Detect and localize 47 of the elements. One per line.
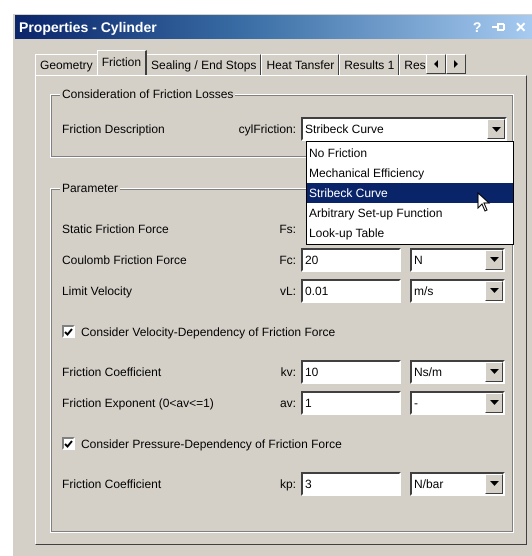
unit-dropdown[interactable]: m/s [410,278,505,302]
tab[interactable]: Heat Tansfer [261,54,340,75]
checkbox-label: Consider Pressure-Dependency of Friction Force [81,436,342,450]
unit-dropdown[interactable]: N [410,248,505,272]
symbol-label: kp: [278,476,296,490]
field-label: Static Friction Force [62,222,170,236]
input-field[interactable]: 1 [301,390,401,414]
tab[interactable]: Res [399,54,426,75]
unit-dropdown[interactable]: - [410,390,505,414]
dropdown-option[interactable]: Stribeck Curve [307,183,513,203]
input-field[interactable]: 10 [301,360,401,384]
symbol-label: av: [278,396,296,410]
tab[interactable]: Sealing / End Stops [146,54,262,75]
group-title: Consideration of Friction Losses [60,87,236,101]
input-field[interactable]: 20 [301,248,401,272]
tab[interactable]: Friction [96,50,148,75]
checkbox-label: Consider Velocity-Dependency of Friction Force [81,324,336,338]
left-arrow-icon [433,60,440,68]
symbol-label: kv: [280,364,296,378]
group-title: Parameter [60,181,120,195]
tab[interactable]: Results 1 [339,54,400,75]
input-field[interactable]: 0.01 [301,278,401,302]
symbol-label: Fs: [278,222,296,236]
checkbox[interactable] [62,325,75,338]
mouse-cursor-icon [477,192,491,212]
dropdown-option[interactable]: Arbitrary Set-up Function [307,203,513,223]
friction-dropdown[interactable]: Stribeck Curve [301,117,507,141]
field-label: Friction Exponent (0<av<=1) [62,396,215,410]
field-label: Limit Velocity [62,284,134,298]
field-label: Friction Coefficient [62,476,162,490]
dropdown-option[interactable]: Mechanical Efficiency [307,163,513,183]
window-title: Properties - Cylinder [19,19,158,35]
tab[interactable]: Geometry [35,54,98,75]
dropdown-option[interactable]: No Friction [307,143,513,163]
scroll-left-button[interactable] [426,54,446,74]
symbol-label: vL: [278,284,296,298]
field-label: Friction Coefficient [62,364,162,378]
symbol-label: cylFriction: [238,122,296,136]
checkbox[interactable] [62,437,75,450]
scroll-right-button[interactable] [446,54,466,74]
unit-dropdown[interactable]: Ns/m [410,360,505,384]
dropdown-option[interactable]: Look-up Table [307,223,513,243]
symbol-label: Fc: [278,252,296,266]
unit-dropdown[interactable]: N/bar [410,472,505,496]
input-field[interactable]: 3 [301,472,401,496]
field-label: Coulomb Friction Force [62,252,188,266]
right-arrow-icon [453,60,460,68]
